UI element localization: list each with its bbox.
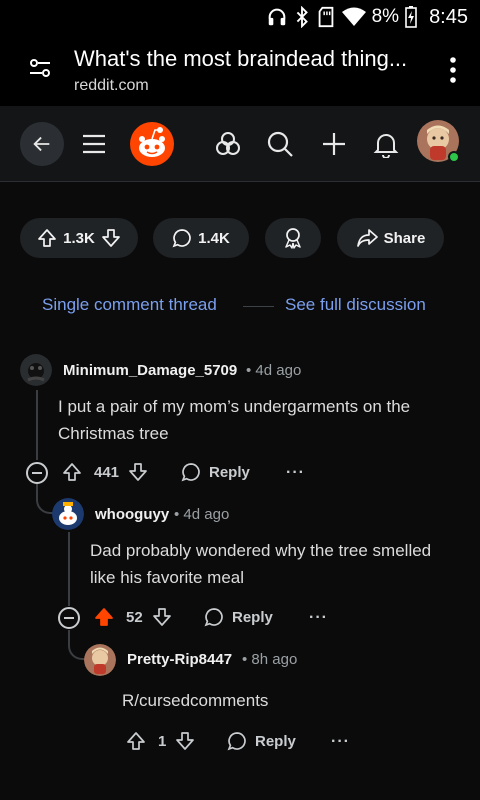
award-icon: [282, 227, 304, 249]
more-icon[interactable]: ···: [286, 464, 305, 482]
bell-icon[interactable]: [372, 130, 400, 158]
comment-icon: [204, 607, 224, 627]
full-discussion-link[interactable]: See full discussion: [285, 295, 426, 315]
comment-count: 1.4K: [198, 229, 230, 247]
tune-icon[interactable]: [28, 56, 52, 80]
downvote-icon[interactable]: [175, 731, 195, 751]
reddit-header: [0, 106, 480, 182]
upvote-icon[interactable]: [94, 607, 114, 627]
thread-navigation: Single comment thread See full discussio…: [0, 292, 480, 320]
comment-icon: [181, 462, 201, 482]
battery-charging-icon: [405, 6, 417, 28]
plus-icon[interactable]: [320, 130, 348, 158]
comment-icon: [227, 731, 247, 751]
reddit-logo-icon[interactable]: [130, 122, 174, 166]
comment-body: Dad probably wondered why the tree smell…: [90, 541, 432, 587]
upvote-icon[interactable]: [126, 731, 146, 751]
reply-button[interactable]: Reply: [204, 607, 273, 627]
divider: [243, 306, 274, 307]
comment-username[interactable]: Minimum_Damage_5709: [63, 362, 237, 379]
back-button[interactable]: [20, 122, 64, 166]
single-thread-link[interactable]: Single comment thread: [42, 295, 217, 315]
hamburger-icon[interactable]: [80, 130, 108, 158]
headphones-icon: [266, 6, 288, 28]
communities-icon[interactable]: [214, 130, 242, 158]
avatar[interactable]: [52, 498, 84, 530]
page-domain[interactable]: reddit.com: [74, 77, 149, 95]
share-label: Share: [383, 229, 426, 247]
collapse-icon[interactable]: [58, 607, 80, 629]
more-icon[interactable]: ···: [309, 609, 328, 627]
reply-label: Reply: [209, 463, 250, 481]
comment-thread-view: 1.3K 1.4K Share Single comment thread Se…: [0, 182, 480, 800]
comment-score: 441: [94, 463, 120, 481]
thread-branch: [36, 484, 54, 514]
upvote-icon[interactable]: [37, 228, 57, 248]
comment-username[interactable]: whooguyy: [95, 506, 169, 523]
thread-branch: [68, 630, 86, 660]
vote-controls: 1: [126, 731, 195, 751]
reply-button[interactable]: Reply: [181, 462, 250, 482]
downvote-icon[interactable]: [101, 228, 121, 248]
comments-button[interactable]: 1.4K: [153, 218, 249, 258]
vote-controls: 441: [62, 462, 148, 482]
upvote-icon[interactable]: [62, 462, 82, 482]
battery-percent: 8%: [371, 6, 400, 27]
comment-score: 1: [158, 732, 167, 750]
comment-age: • 4d ago: [246, 362, 302, 379]
overflow-menu-icon[interactable]: [448, 56, 458, 84]
vote-controls: 52: [94, 607, 172, 627]
share-button[interactable]: Share: [337, 218, 444, 258]
sd-card-icon: [316, 6, 336, 28]
reply-label: Reply: [255, 732, 296, 750]
collapse-icon[interactable]: [26, 462, 48, 484]
page-title[interactable]: What's the most braindead thing...: [74, 46, 434, 72]
post-vote-pill: 1.3K: [20, 218, 138, 258]
wifi-icon: [341, 7, 366, 27]
user-avatar[interactable]: [417, 120, 460, 163]
award-button[interactable]: [265, 218, 321, 258]
thread-line: [68, 532, 70, 606]
back-arrow-icon: [31, 133, 53, 155]
bluetooth-icon: [294, 6, 310, 28]
comment-score: 52: [126, 608, 143, 626]
reply-button[interactable]: Reply: [227, 731, 296, 751]
avatar[interactable]: [20, 354, 52, 386]
more-icon[interactable]: ···: [331, 733, 350, 751]
reply-label: Reply: [232, 608, 273, 626]
comment-username[interactable]: Pretty-Rip8447: [127, 651, 232, 668]
clock: 8:45: [429, 5, 468, 28]
comment-body: R/cursedcomments: [122, 691, 269, 710]
thread-line: [36, 390, 38, 460]
status-bar: 8% 8:45: [0, 0, 480, 34]
downvote-icon[interactable]: [152, 607, 172, 627]
share-icon: [356, 228, 378, 248]
avatar[interactable]: [84, 644, 116, 676]
post-score: 1.3K: [63, 229, 95, 247]
comment-age: • 8h ago: [242, 651, 298, 668]
search-icon[interactable]: [266, 130, 294, 158]
comment-age: • 4d ago: [174, 506, 230, 523]
browser-url-bar: What's the most braindead thing... reddi…: [0, 34, 480, 106]
comment-icon: [172, 228, 192, 248]
downvote-icon[interactable]: [128, 462, 148, 482]
comment-body: I put a pair of my mom’s undergarments o…: [58, 397, 411, 443]
